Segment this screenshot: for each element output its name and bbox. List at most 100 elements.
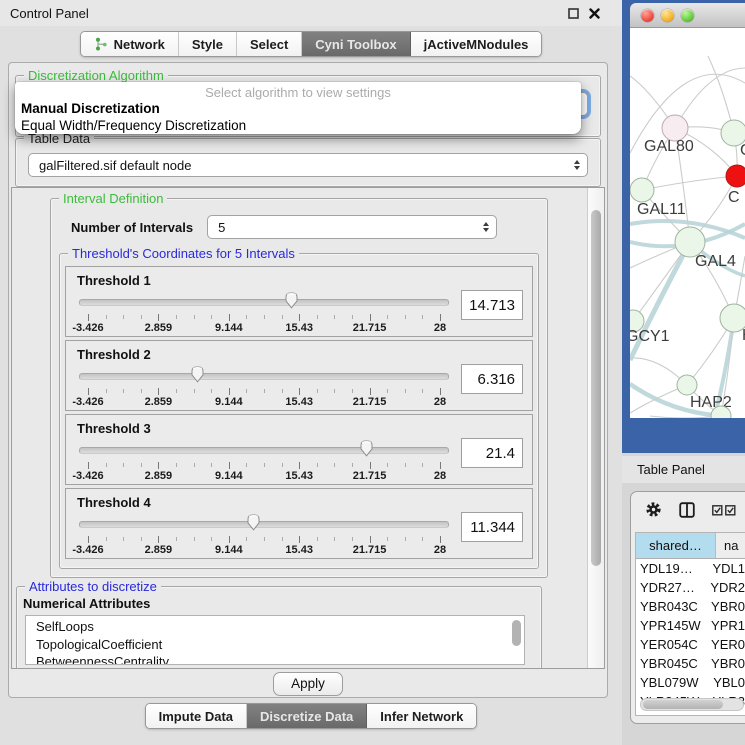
slider-scale: -3.4262.8599.14415.4321.71528 [88, 364, 440, 408]
attribute-list-item-selfloops[interactable]: SelfLoops [36, 618, 524, 636]
network-node-hap2[interactable] [677, 375, 697, 395]
table-row[interactable]: YIL052CYIL0 [636, 711, 745, 716]
slider-tick [246, 537, 247, 541]
threshold-slider-3[interactable]: -3.4262.8599.14415.4321.71528 [79, 438, 449, 482]
tab-infer-network[interactable]: Infer Network [367, 704, 476, 728]
table-row[interactable]: YDR27…YDR2 [636, 578, 745, 597]
slider-tick [387, 315, 388, 319]
table-data-combobox[interactable]: galFiltered.sif default node [28, 153, 588, 177]
slider-tick-label: -3.426 [72, 544, 103, 556]
slider-tick [299, 314, 300, 321]
slider-thumb[interactable] [284, 292, 299, 309]
tab-style[interactable]: Style [179, 32, 237, 56]
app-root: Control Panel NetworkStyleSelectCyni Too… [0, 0, 745, 745]
threshold-value-field[interactable]: 14.713 [461, 290, 523, 320]
slider-thumb[interactable] [246, 514, 261, 531]
cell-shared-name: YPR145W [636, 616, 703, 635]
slider-tick [264, 389, 265, 393]
slider-thumb[interactable] [190, 366, 205, 383]
cell-name: YBR0 [703, 654, 745, 673]
threshold-value-field[interactable]: 11.344 [461, 512, 523, 542]
tab-label: Impute Data [159, 709, 233, 724]
column-header-name[interactable]: na [716, 533, 745, 558]
slider-tick [211, 537, 212, 541]
node-label-gcy1: GCY1 [630, 328, 670, 345]
slider-tick [141, 315, 142, 319]
tab-label: Network [114, 37, 165, 52]
slider-tick [387, 463, 388, 467]
slider-tick [264, 315, 265, 319]
slider-tick [229, 462, 230, 469]
settings-scrollbar[interactable] [587, 188, 604, 668]
threshold-slider-2[interactable]: -3.4262.8599.14415.4321.71528 [79, 364, 449, 408]
slider-scale: -3.4262.8599.14415.4321.71528 [88, 290, 440, 334]
bottom-tab-bar: Impute Data Discretize DataInfer Network [0, 703, 622, 729]
slider-tick [88, 536, 89, 543]
slider-tick [422, 389, 423, 393]
attribute-list-item-betweennesscentrality[interactable]: BetweennessCentrality [36, 653, 524, 665]
tab-label: Cyni Toolbox [315, 37, 396, 52]
checkbox-icon[interactable] [712, 503, 736, 521]
column-header-shared-name[interactable]: shared… [636, 533, 716, 558]
tab-impute-data[interactable]: Impute Data [146, 704, 247, 728]
tab-jactivemnodules[interactable]: jActiveMNodules [411, 32, 542, 56]
slider-tick [123, 537, 124, 541]
table-row[interactable]: YBL079WYBL0 [636, 673, 745, 692]
slider-tick [422, 537, 423, 541]
algorithm-option-equal-width-frequency-discretization[interactable]: Equal Width/Frequency Discretization [15, 118, 581, 135]
threshold-value-field[interactable]: 21.4 [461, 438, 523, 468]
table-horizontal-scrollbar-thumb[interactable] [643, 700, 723, 709]
bottom-tab-segmented-control: Impute Data Discretize DataInfer Network [145, 703, 478, 729]
slider-thumb[interactable] [359, 440, 374, 457]
algorithm-dropdown-popup: Select algorithm to view settings Manual… [15, 82, 581, 134]
slider-tick-label: -3.426 [72, 322, 103, 334]
cell-name: YBR0 [703, 597, 745, 616]
threshold-slider-4[interactable]: -3.4262.8599.14415.4321.71528 [79, 512, 449, 556]
threshold-panel-2: Threshold 2-3.4262.8599.14415.4321.71528… [65, 340, 533, 411]
number-of-intervals-spinner[interactable]: 5 [207, 215, 497, 239]
minimize-traffic-light-icon[interactable] [661, 9, 674, 22]
slider-tick [194, 389, 195, 393]
network-node-gal11[interactable] [630, 178, 654, 202]
table-row[interactable]: YDL19…YDL1 [636, 559, 745, 578]
settings-scrollbar-thumb[interactable] [591, 210, 601, 566]
table-row[interactable]: YPR145WYPR1 [636, 616, 745, 635]
tab-label: jActiveMNodules [424, 37, 529, 52]
slider-tick [282, 463, 283, 467]
gear-icon[interactable] [645, 501, 662, 523]
slider-tick [211, 315, 212, 319]
slider-tick [141, 537, 142, 541]
network-canvas[interactable]: GAL80GACGAL11GAL4GCY1HHAP2 [630, 28, 745, 418]
numerical-attributes-label: Numerical Attributes [23, 596, 150, 611]
threshold-slider-1[interactable]: -3.4262.8599.14415.4321.71528 [79, 290, 449, 334]
cell-name: YPR1 [703, 616, 745, 635]
slider-tick [317, 463, 318, 467]
slider-tick [211, 463, 212, 467]
table-row[interactable]: YER054CYER0 [636, 635, 745, 654]
threshold-row: -3.4262.8599.14415.4321.71528 6.316 [75, 364, 523, 408]
tab-cyni-toolbox[interactable]: Cyni Toolbox [302, 32, 410, 56]
threshold-value-field[interactable]: 6.316 [461, 364, 523, 394]
tab-select[interactable]: Select [237, 32, 302, 56]
apply-button[interactable]: Apply [273, 672, 343, 696]
table-row[interactable]: YBR045CYBR0 [636, 654, 745, 673]
zoom-traffic-light-icon[interactable] [681, 9, 694, 22]
close-icon[interactable] [589, 8, 600, 19]
list-scrollbar-thumb[interactable] [512, 620, 521, 646]
columns-icon[interactable] [679, 502, 695, 523]
cell-shared-name: YIL052C [636, 711, 710, 716]
slider-tick [194, 463, 195, 467]
close-traffic-light-icon[interactable] [641, 9, 654, 22]
slider-tick [370, 388, 371, 395]
cell-name: YER0 [703, 635, 745, 654]
numerical-attributes-list[interactable]: SelfLoopsTopologicalCoefficientBetweenne… [25, 615, 525, 665]
tab-network[interactable]: Network [81, 32, 179, 56]
table-horizontal-scrollbar[interactable] [640, 698, 744, 711]
table-row[interactable]: YBR043CYBR0 [636, 597, 745, 616]
float-icon[interactable] [568, 8, 579, 19]
slider-tick [264, 463, 265, 467]
network-node-c[interactable] [726, 165, 745, 187]
tab-discretize-data[interactable]: Discretize Data [247, 704, 367, 728]
attribute-list-item-topologicalcoefficient[interactable]: TopologicalCoefficient [36, 636, 524, 654]
algorithm-option-manual-discretization[interactable]: Manual Discretization [15, 101, 581, 118]
